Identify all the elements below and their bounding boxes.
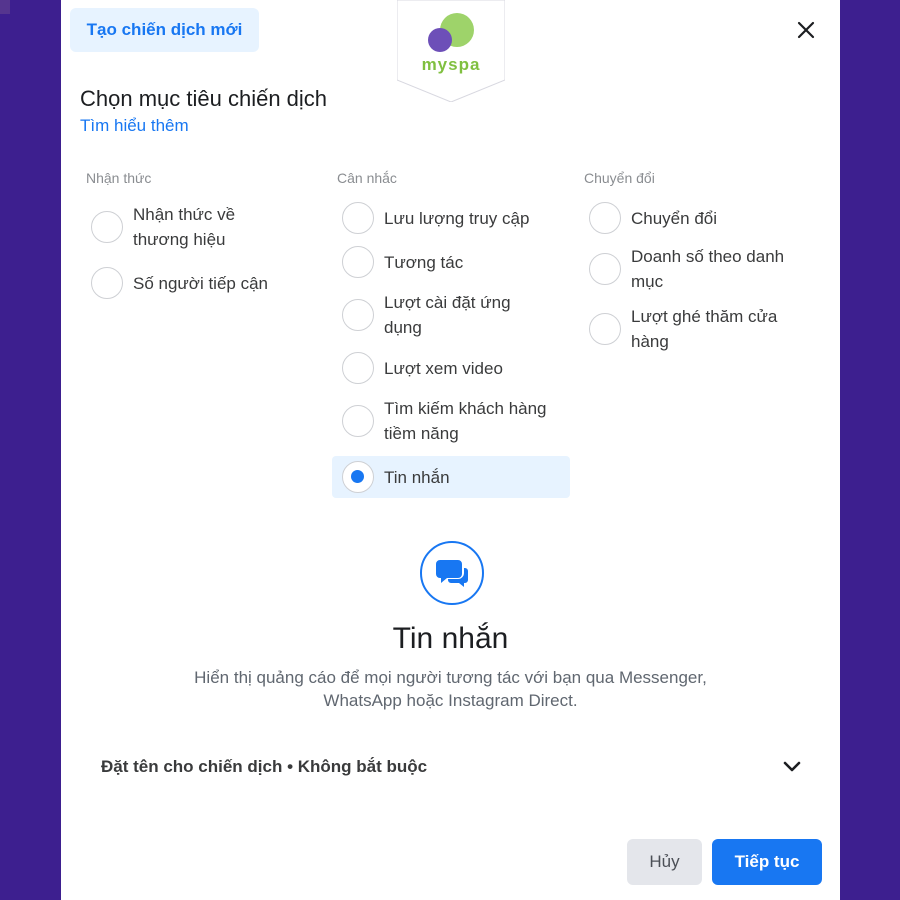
objective-option-catalog-sales[interactable]: Doanh số theo danh mục — [579, 240, 819, 298]
objective-option-video-views[interactable]: Lượt xem video — [332, 348, 570, 388]
objective-option-conversions[interactable]: Chuyển đổi — [579, 198, 819, 238]
radio-button[interactable] — [91, 211, 123, 243]
option-label: Lượt xem video — [384, 358, 503, 378]
option-label: Chuyển đổi — [631, 208, 718, 228]
radio-button[interactable] — [589, 253, 621, 285]
radio-button[interactable] — [342, 352, 374, 384]
option-label: Lượt cài đặt ứng dụng — [384, 293, 511, 337]
radio-button-selected[interactable] — [342, 461, 374, 493]
option-label: Tương tác — [384, 252, 464, 272]
objective-option-messages[interactable]: Tin nhắn — [332, 456, 570, 498]
option-label: Doanh số theo danh mục — [631, 247, 785, 291]
objective-column-consideration: Cân nhắc Lưu lượng truy cập Tương tác Lư… — [332, 170, 570, 498]
campaign-name-label: Đặt tên cho chiến dịch • Không bắt buộc — [101, 757, 428, 776]
option-label: Nhận thức về thương hiệu — [133, 205, 236, 249]
radio-button[interactable] — [342, 405, 374, 437]
corner-mark — [0, 0, 10, 14]
objective-option-store-visits[interactable]: Lượt ghé thăm cửa hàng — [579, 300, 819, 358]
chat-bubbles-icon — [436, 560, 468, 587]
logo-badge-shape — [396, 0, 506, 103]
page-title: Chọn mục tiêu chiến dịch — [80, 86, 328, 111]
column-title: Cân nhắc — [337, 170, 397, 186]
myspa-logo: myspa — [396, 0, 506, 103]
option-label: Tin nhắn — [384, 467, 450, 487]
objective-column-conversion: Chuyển đổi Chuyển đổi Doanh số theo danh… — [579, 170, 819, 358]
objective-column-awareness: Nhận thức Nhận thức về thương hiệu Số ng… — [81, 170, 321, 303]
objective-option-reach[interactable]: Số người tiếp cận — [81, 263, 321, 303]
objective-detail-description: Hiển thị quảng cáo để mọi người tương tá… — [194, 668, 707, 710]
objective-detail-title: Tin nhắn — [392, 622, 509, 655]
chevron-down-icon — [783, 761, 801, 772]
objective-option-lead-generation[interactable]: Tìm kiếm khách hàng tiềm năng — [332, 392, 570, 450]
option-label: Lượt ghé thăm cửa hàng — [631, 307, 778, 351]
radio-button[interactable] — [342, 246, 374, 278]
option-label: Số người tiếp cận — [133, 273, 268, 293]
column-title: Nhận thức — [86, 170, 152, 186]
objective-option-engagement[interactable]: Tương tác — [332, 242, 570, 282]
close-icon — [797, 21, 815, 39]
messages-icon — [420, 541, 484, 605]
cancel-button[interactable]: Hủy — [627, 839, 702, 885]
logo-text: myspa — [421, 55, 481, 74]
radio-button[interactable] — [91, 267, 123, 299]
option-label: Lưu lượng truy cập — [384, 208, 530, 228]
radio-button[interactable] — [589, 202, 621, 234]
create-campaign-tab[interactable]: Tạo chiến dịch mới — [70, 8, 259, 52]
objective-option-brand-awareness[interactable]: Nhận thức về thương hiệu — [81, 198, 321, 256]
objective-option-traffic[interactable]: Lưu lượng truy cập — [332, 198, 570, 238]
radio-button[interactable] — [342, 202, 374, 234]
campaign-dialog: Tạo chiến dịch mới myspa Chọn mục tiêu c… — [61, 0, 840, 900]
objective-option-app-installs[interactable]: Lượt cài đặt ứng dụng — [332, 286, 570, 344]
radio-button[interactable] — [589, 313, 621, 345]
continue-button[interactable]: Tiếp tục — [712, 839, 822, 885]
radio-button[interactable] — [342, 299, 374, 331]
learn-more-link[interactable]: Tìm hiểu thêm — [80, 116, 189, 136]
column-title: Chuyển đổi — [584, 170, 655, 186]
close-button[interactable] — [792, 16, 820, 44]
campaign-name-expander[interactable]: Đặt tên cho chiến dịch • Không bắt buộc — [101, 752, 801, 782]
option-label: Tìm kiếm khách hàng tiềm năng — [384, 399, 547, 443]
